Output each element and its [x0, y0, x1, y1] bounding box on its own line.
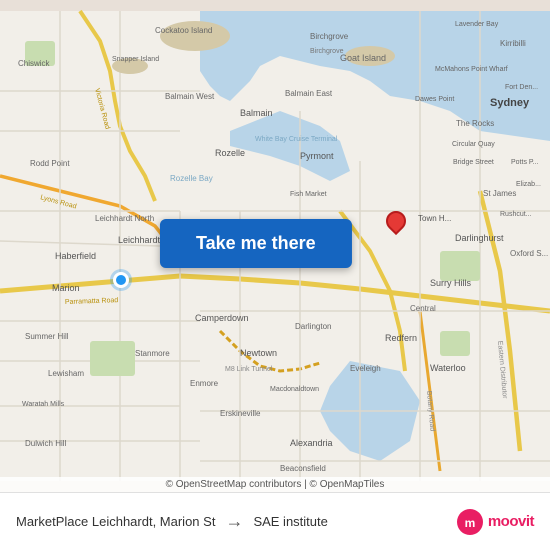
svg-text:White Bay Cruise Terminal: White Bay Cruise Terminal [255, 136, 338, 143]
moovit-icon: m [456, 508, 484, 536]
svg-text:Birchgrove: Birchgrove [310, 32, 349, 41]
svg-text:Eveleigh: Eveleigh [350, 364, 381, 373]
svg-text:Alexandria: Alexandria [290, 438, 333, 448]
svg-text:Rodd Point: Rodd Point [30, 159, 70, 168]
svg-text:St James: St James [483, 189, 516, 198]
route-arrow: → [225, 511, 243, 532]
svg-text:Rushcut...: Rushcut... [500, 211, 532, 218]
svg-text:Surry Hills: Surry Hills [430, 278, 472, 288]
svg-text:m: m [464, 516, 475, 530]
svg-text:Central: Central [410, 304, 436, 313]
svg-text:The Rocks: The Rocks [456, 119, 494, 128]
svg-text:Cockatoo Island: Cockatoo Island [155, 26, 212, 35]
map-area: Goat Island Cockatoo Island Sydney Balma… [0, 0, 550, 492]
svg-text:Enmore: Enmore [190, 379, 219, 388]
svg-text:Camperdown: Camperdown [195, 313, 249, 323]
svg-text:Kirribilli: Kirribilli [500, 39, 526, 48]
svg-text:Chiswick: Chiswick [18, 59, 51, 68]
svg-text:Lavender Bay: Lavender Bay [455, 21, 499, 28]
svg-text:Pyrmont: Pyrmont [300, 151, 334, 161]
svg-text:Marion: Marion [52, 283, 80, 293]
svg-text:Darlington: Darlington [295, 322, 331, 331]
svg-text:Fort Den...: Fort Den... [505, 84, 538, 91]
svg-text:Haberfield: Haberfield [55, 251, 96, 261]
svg-text:Elizab...: Elizab... [516, 181, 541, 188]
svg-text:Circular Quay: Circular Quay [452, 141, 495, 148]
current-location-dot [113, 272, 129, 288]
svg-text:Potts P...: Potts P... [511, 159, 539, 166]
svg-text:Stanmore: Stanmore [135, 349, 170, 358]
route-destination: SAE institute [253, 514, 327, 529]
route-info: MarketPlace Leichhardt, Marion St → SAE … [16, 511, 446, 532]
bottom-bar: MarketPlace Leichhardt, Marion St → SAE … [0, 492, 550, 550]
svg-text:Sydney: Sydney [490, 97, 530, 109]
svg-text:Dawes Point: Dawes Point [415, 96, 454, 103]
svg-text:Bridge Street: Bridge Street [453, 159, 494, 166]
svg-text:Waratah Mills: Waratah Mills [22, 401, 65, 408]
svg-text:Summer Hill: Summer Hill [25, 332, 69, 341]
destination-pin [386, 211, 406, 231]
svg-text:Rozelle: Rozelle [215, 148, 245, 158]
moovit-brand-text: moovit [488, 513, 534, 530]
svg-text:Snapper Island: Snapper Island [112, 56, 159, 63]
svg-text:Erskineville: Erskineville [220, 409, 261, 418]
app-container: Goat Island Cockatoo Island Sydney Balma… [0, 0, 550, 550]
svg-text:Leichhardt: Leichhardt [118, 235, 161, 245]
svg-text:Goat Island: Goat Island [340, 53, 386, 63]
svg-text:Balmain East: Balmain East [285, 89, 333, 98]
svg-text:Town H...: Town H... [418, 214, 451, 223]
svg-text:Darlinghurst: Darlinghurst [455, 233, 504, 243]
svg-text:Leichhardt North: Leichhardt North [95, 214, 154, 223]
route-origin: MarketPlace Leichhardt, Marion St [16, 514, 215, 529]
svg-text:Macdonaldtown: Macdonaldtown [270, 386, 319, 393]
svg-text:Dulwich Hill: Dulwich Hill [25, 439, 67, 448]
map-attribution: © OpenStreetMap contributors | © OpenMap… [0, 477, 550, 492]
take-me-there-button[interactable]: Take me there [160, 219, 352, 268]
svg-text:Newtown: Newtown [240, 348, 277, 358]
svg-text:Oxford S...: Oxford S... [510, 249, 548, 258]
svg-text:Lewisham: Lewisham [48, 369, 84, 378]
svg-text:M8 Link Tunnel: M8 Link Tunnel [225, 366, 273, 373]
moovit-logo: m moovit [456, 508, 534, 536]
svg-text:McMahons Point Wharf: McMahons Point Wharf [435, 66, 508, 73]
svg-text:Balmain: Balmain [240, 108, 273, 118]
svg-text:Fish Market: Fish Market [290, 191, 327, 198]
svg-text:Balmain West: Balmain West [165, 92, 215, 101]
svg-text:Redfern: Redfern [385, 333, 417, 343]
svg-text:Beaconsfield: Beaconsfield [280, 464, 326, 473]
svg-text:Waterloo: Waterloo [430, 363, 466, 373]
svg-text:Rozelle Bay: Rozelle Bay [170, 174, 213, 183]
svg-text:Birchgrove: Birchgrove [310, 48, 344, 55]
pin-head [382, 207, 410, 235]
